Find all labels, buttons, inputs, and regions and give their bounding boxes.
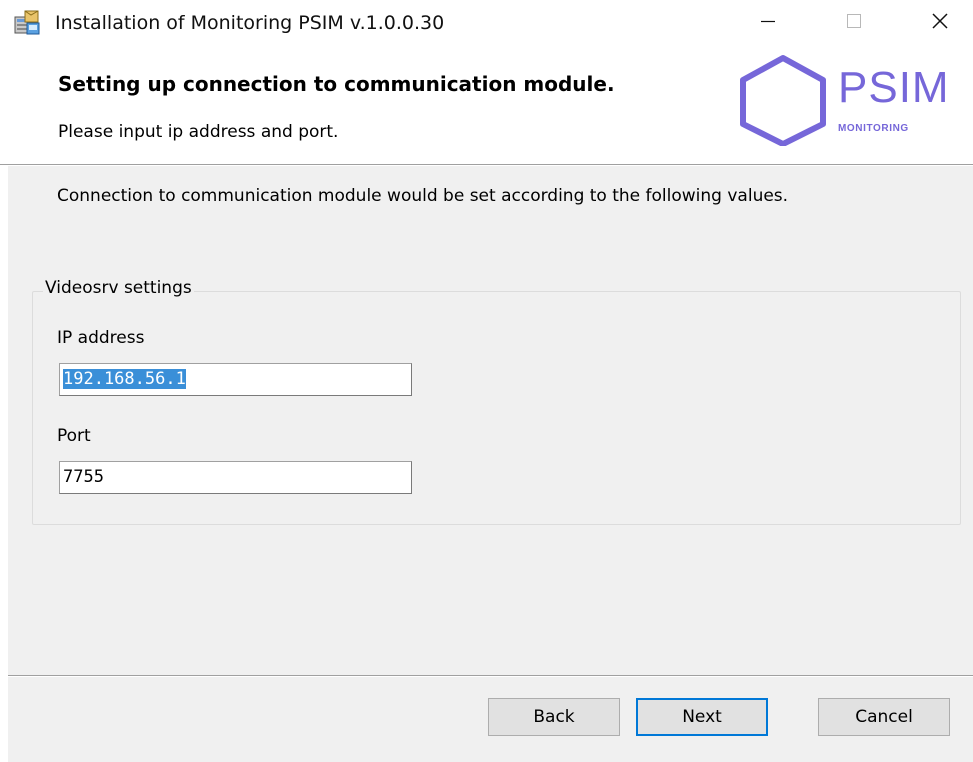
port-label: Port (57, 426, 91, 446)
port-value: 7755 (63, 467, 104, 487)
installer-package-icon (13, 9, 41, 37)
wizard-header: Setting up connection to communication m… (0, 46, 973, 164)
psim-logo: PSIM MONITORING (735, 54, 949, 146)
window-title: Installation of Monitoring PSIM v.1.0.0.… (55, 12, 445, 34)
close-icon (931, 12, 949, 34)
page-subtitle: Please input ip address and port. (58, 122, 339, 142)
description-text: Connection to communication module would… (57, 186, 789, 206)
ip-address-value: 192.168.56.1 (63, 369, 186, 389)
ip-address-label: IP address (57, 328, 145, 348)
close-button[interactable] (912, 0, 968, 46)
cancel-button[interactable]: Cancel (818, 698, 950, 736)
logo-name: PSIM (838, 63, 950, 112)
logo-tagline: MONITORING (838, 123, 909, 134)
port-input[interactable]: 7755 (59, 461, 412, 494)
maximize-button[interactable] (826, 0, 882, 46)
title-bar[interactable]: Installation of Monitoring PSIM v.1.0.0.… (0, 0, 973, 46)
hexagon-icon (740, 55, 826, 146)
ip-address-input[interactable]: 192.168.56.1 (59, 363, 412, 396)
group-legend: Videosrv settings (43, 278, 194, 298)
installer-window: Installation of Monitoring PSIM v.1.0.0.… (0, 0, 973, 762)
maximize-icon (846, 13, 862, 33)
minimize-button[interactable] (740, 0, 796, 46)
back-button[interactable]: Back (488, 698, 620, 736)
page-title: Setting up connection to communication m… (58, 72, 615, 96)
next-button[interactable]: Next (636, 698, 768, 736)
footer-divider-highlight (8, 676, 973, 677)
minimize-icon (760, 13, 776, 33)
wizard-body: Connection to communication module would… (8, 166, 973, 762)
videosrv-settings-group: Videosrv settings IP address 192.168.56.… (32, 278, 961, 525)
